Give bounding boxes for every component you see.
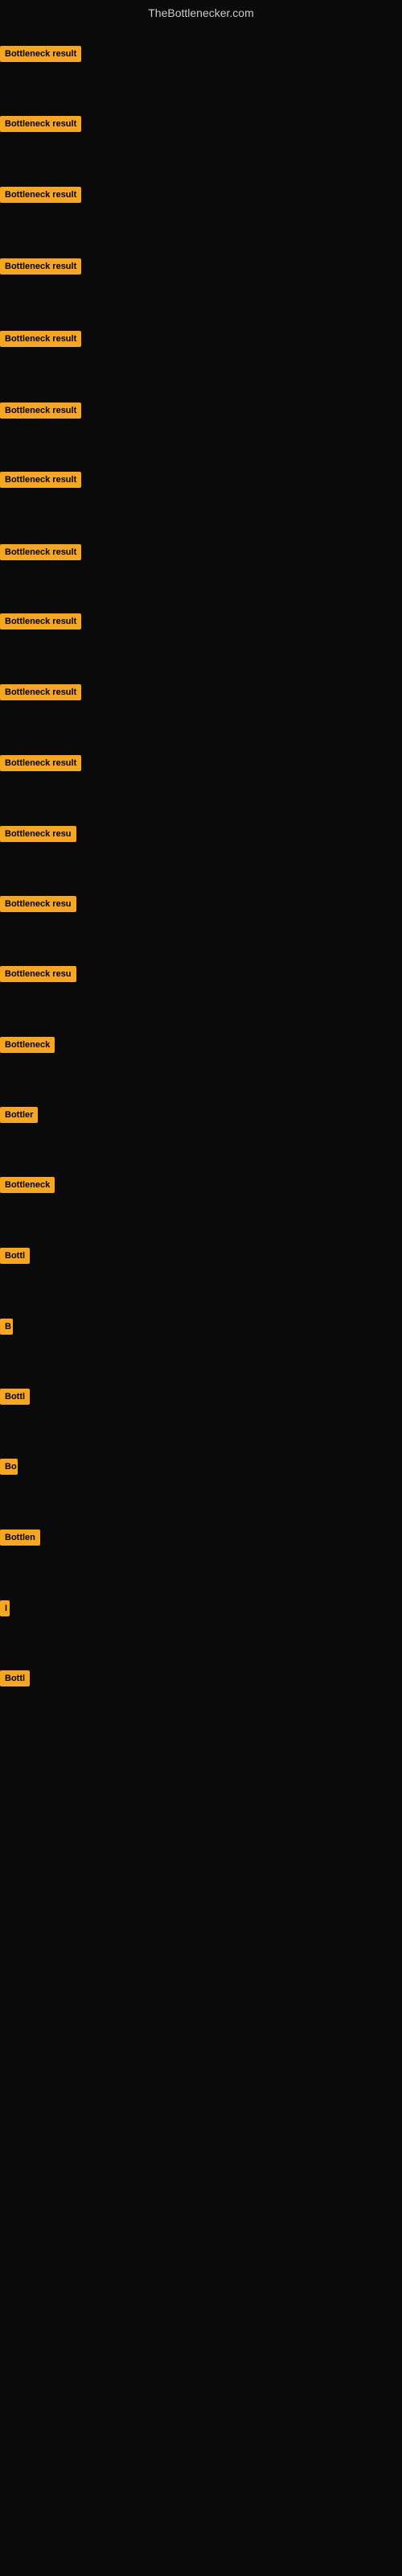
badge-container-17: Bottleneck [0,1177,55,1197]
badge-container-15: Bottleneck [0,1037,55,1057]
bottleneck-badge-15: Bottleneck [0,1037,55,1053]
bottleneck-badge-12: Bottleneck resu [0,826,76,842]
badge-container-23: I [0,1600,10,1620]
bottleneck-badge-6: Bottleneck result [0,402,81,419]
badge-container-7: Bottleneck result [0,472,81,492]
badge-container-6: Bottleneck result [0,402,81,423]
bottleneck-badge-16: Bottler [0,1107,38,1123]
bottleneck-badge-11: Bottleneck result [0,755,81,771]
badge-container-8: Bottleneck result [0,544,81,564]
badge-container-19: B [0,1319,13,1339]
bottleneck-badge-5: Bottleneck result [0,331,81,347]
badge-container-2: Bottleneck result [0,116,81,136]
bottleneck-badge-20: Bottl [0,1389,30,1405]
badge-container-22: Bottlen [0,1530,40,1550]
bottleneck-badge-1: Bottleneck result [0,46,81,62]
badge-container-16: Bottler [0,1107,38,1127]
badge-container-5: Bottleneck result [0,331,81,351]
badge-container-3: Bottleneck result [0,187,81,207]
bottleneck-badge-10: Bottleneck result [0,684,81,700]
bottleneck-badge-7: Bottleneck result [0,472,81,488]
badge-container-24: Bottl [0,1670,30,1690]
bottleneck-badge-22: Bottlen [0,1530,40,1546]
badge-container-20: Bottl [0,1389,30,1409]
badge-container-11: Bottleneck result [0,755,81,775]
bottleneck-badge-9: Bottleneck result [0,613,81,630]
badge-container-14: Bottleneck resu [0,966,76,986]
badge-container-10: Bottleneck result [0,684,81,704]
badge-container-18: Bottl [0,1248,30,1268]
bottleneck-badge-21: Bo [0,1459,18,1475]
bottleneck-badge-13: Bottleneck resu [0,896,76,912]
badge-container-1: Bottleneck result [0,46,81,66]
badge-container-12: Bottleneck resu [0,826,76,846]
badge-container-13: Bottleneck resu [0,896,76,916]
bottleneck-badge-23: I [0,1600,10,1616]
bottleneck-badge-2: Bottleneck result [0,116,81,132]
badge-container-9: Bottleneck result [0,613,81,634]
bottleneck-badge-17: Bottleneck [0,1177,55,1193]
bottleneck-badge-4: Bottleneck result [0,258,81,275]
bottleneck-badge-19: B [0,1319,13,1335]
bottleneck-badge-18: Bottl [0,1248,30,1264]
badge-container-4: Bottleneck result [0,258,81,279]
bottleneck-badge-3: Bottleneck result [0,187,81,203]
bottleneck-badge-24: Bottl [0,1670,30,1686]
bottleneck-badge-8: Bottleneck result [0,544,81,560]
site-title: TheBottlenecker.com [0,0,402,26]
badge-container-21: Bo [0,1459,18,1479]
bottleneck-badge-14: Bottleneck resu [0,966,76,982]
